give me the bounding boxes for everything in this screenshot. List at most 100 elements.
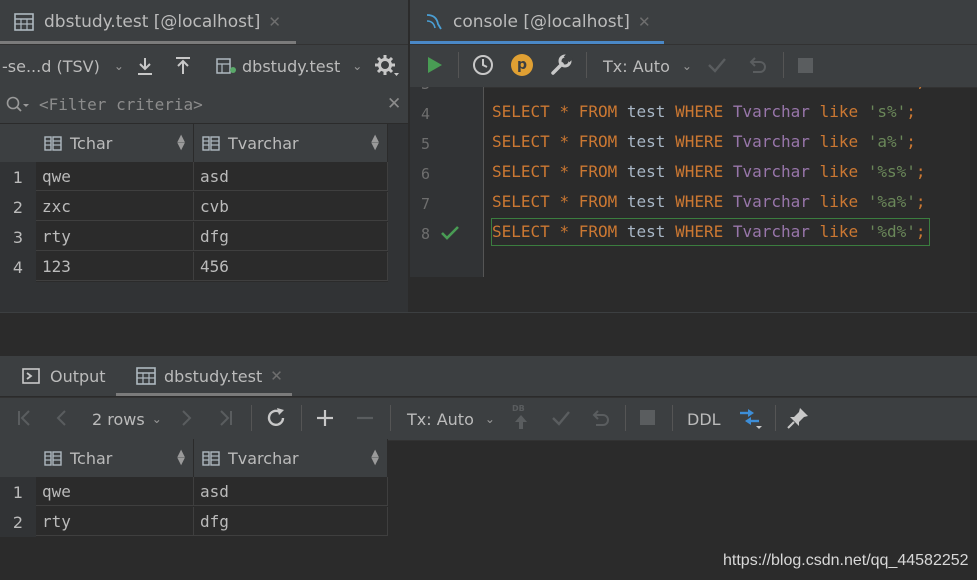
table-cell[interactable]: dfg <box>194 507 388 536</box>
submit-db-icon[interactable]: DB <box>510 404 532 430</box>
history-icon[interactable] <box>471 53 495 77</box>
pin-icon[interactable] <box>786 406 810 430</box>
row-number[interactable]: 1 <box>0 162 36 192</box>
format-label: -se...d (TSV) <box>2 56 100 76</box>
rollback-icon[interactable] <box>589 407 611 429</box>
arrow-up-icon <box>515 415 527 429</box>
clear-filter-icon[interactable]: ✕ <box>387 94 401 114</box>
table-icon <box>136 367 156 385</box>
row-number[interactable]: 2 <box>0 507 36 537</box>
stop-icon[interactable] <box>640 410 655 425</box>
previous-page-icon[interactable] <box>54 408 70 428</box>
column-header[interactable]: Tvarchar ▲ ▼ <box>194 439 388 477</box>
tx-mode-dropdown[interactable]: Tx: Auto ⌄ <box>603 51 692 81</box>
delete-row-icon[interactable] <box>355 408 375 428</box>
stop-icon[interactable] <box>798 58 813 73</box>
table-cell[interactable]: cvb <box>194 192 388 221</box>
row-number[interactable]: 1 <box>0 477 36 507</box>
column-header[interactable]: Tchar ▲ ▼ <box>36 439 194 477</box>
chevron-down-icon: ⌄ <box>151 412 162 426</box>
table-cell[interactable]: zxc <box>36 192 194 221</box>
separator <box>301 405 302 431</box>
tab-label: dbstudy.test [@localhost] <box>44 12 261 32</box>
db-label: DB <box>512 404 525 413</box>
sort-icon[interactable]: ▲ ▼ <box>371 449 379 467</box>
table-cell[interactable]: qwe <box>36 477 194 506</box>
grid-corner <box>0 439 36 477</box>
close-icon[interactable]: ✕ <box>270 367 283 385</box>
tab-divider <box>408 0 410 44</box>
datasource-icon <box>216 58 236 74</box>
separator <box>458 52 459 78</box>
close-icon[interactable]: ✕ <box>638 13 651 31</box>
last-page-icon[interactable] <box>216 408 234 428</box>
upload-icon[interactable] <box>172 55 194 77</box>
tab-output[interactable]: Output <box>22 356 106 396</box>
console-toolbar <box>410 44 977 88</box>
add-row-icon[interactable] <box>315 408 335 428</box>
filter-input[interactable]: <Filter criteria> <box>39 95 203 114</box>
sort-icon[interactable]: ▲ ▼ <box>177 134 185 152</box>
table-cell[interactable]: asd <box>194 477 388 506</box>
splitter[interactable] <box>0 312 977 356</box>
column-header[interactable]: Tvarchar ▲ ▼ <box>194 124 388 162</box>
tab-console[interactable]: console [@localhost] ✕ <box>424 0 651 44</box>
row-number[interactable]: 3 <box>0 222 36 252</box>
table-cell[interactable]: asd <box>194 162 388 191</box>
commit-icon[interactable] <box>706 55 728 75</box>
rollback-icon[interactable] <box>746 54 768 76</box>
column-header-label: Tvarchar <box>228 448 299 468</box>
separator <box>390 405 391 431</box>
table-cell[interactable]: dfg <box>194 222 388 251</box>
gear-icon[interactable] <box>374 54 400 78</box>
wrench-icon[interactable] <box>549 53 573 77</box>
close-icon[interactable]: ✕ <box>268 13 281 31</box>
commit-icon[interactable] <box>550 408 572 428</box>
run-icon[interactable] <box>426 55 444 75</box>
separator <box>672 405 673 431</box>
format-dropdown[interactable]: -se...d (TSV) ⌄ <box>2 51 124 81</box>
compare-icon[interactable] <box>737 405 765 431</box>
tab-label: Output <box>50 366 106 386</box>
rows-dropdown[interactable]: 2 rows ⌄ <box>92 404 162 434</box>
first-page-icon[interactable] <box>16 408 34 428</box>
code-line[interactable]: SELECT * FROM test WHERE Tvarchar like '… <box>492 102 916 121</box>
p-badge-icon[interactable]: p <box>511 54 533 76</box>
tab-result-dbstudy[interactable]: dbstudy.test ✕ <box>136 356 283 396</box>
ddl-button[interactable]: DDL <box>687 404 721 434</box>
download-icon[interactable] <box>134 55 156 77</box>
code-line[interactable]: SELECT * FROM test WHERE Tvarchar like '… <box>492 132 916 151</box>
column-header-label: Tchar <box>70 133 113 153</box>
next-page-icon[interactable] <box>178 408 194 428</box>
ddl-label: DDL <box>687 409 721 429</box>
splitter-line <box>0 312 977 313</box>
tx-mode-dropdown-bottom[interactable]: Tx: Auto ⌄ <box>407 404 495 434</box>
table-cell[interactable]: rty <box>36 507 194 536</box>
column-icon <box>44 451 62 466</box>
tab-table-dbstudy[interactable]: dbstudy.test [@localhost] ✕ <box>14 0 281 44</box>
editor-bottom-area <box>410 277 977 312</box>
datasource-label: dbstudy.test <box>242 56 341 76</box>
separator <box>775 405 776 431</box>
column-header[interactable]: Tchar ▲ ▼ <box>36 124 194 162</box>
refresh-icon[interactable] <box>264 406 288 430</box>
row-number[interactable]: 2 <box>0 192 36 222</box>
chevron-down-icon: ⌄ <box>681 59 692 73</box>
column-icon <box>202 136 220 151</box>
sort-icon[interactable]: ▲ ▼ <box>177 449 185 467</box>
gutter-border <box>483 87 484 277</box>
sort-icon[interactable]: ▲ ▼ <box>371 134 379 152</box>
row-number[interactable]: 4 <box>0 252 36 282</box>
grid-empty-area <box>0 282 408 312</box>
table-cell[interactable]: rty <box>36 222 194 251</box>
table-cell[interactable]: 456 <box>194 252 388 281</box>
code-line[interactable]: SELECT * FROM test WHERE Tvarchar like '… <box>492 162 926 181</box>
table-cell[interactable]: 123 <box>36 252 194 281</box>
editor-gutter <box>410 87 484 277</box>
datasource-dropdown[interactable]: dbstudy.test ⌄ <box>216 51 362 81</box>
search-icon <box>6 96 29 112</box>
code-line[interactable]: SELECT * FROM test WHERE Tvarchar like '… <box>492 192 926 211</box>
table-cell[interactable]: qwe <box>36 162 194 191</box>
tx-label: Tx: Auto <box>407 409 474 429</box>
console-icon <box>426 14 442 30</box>
